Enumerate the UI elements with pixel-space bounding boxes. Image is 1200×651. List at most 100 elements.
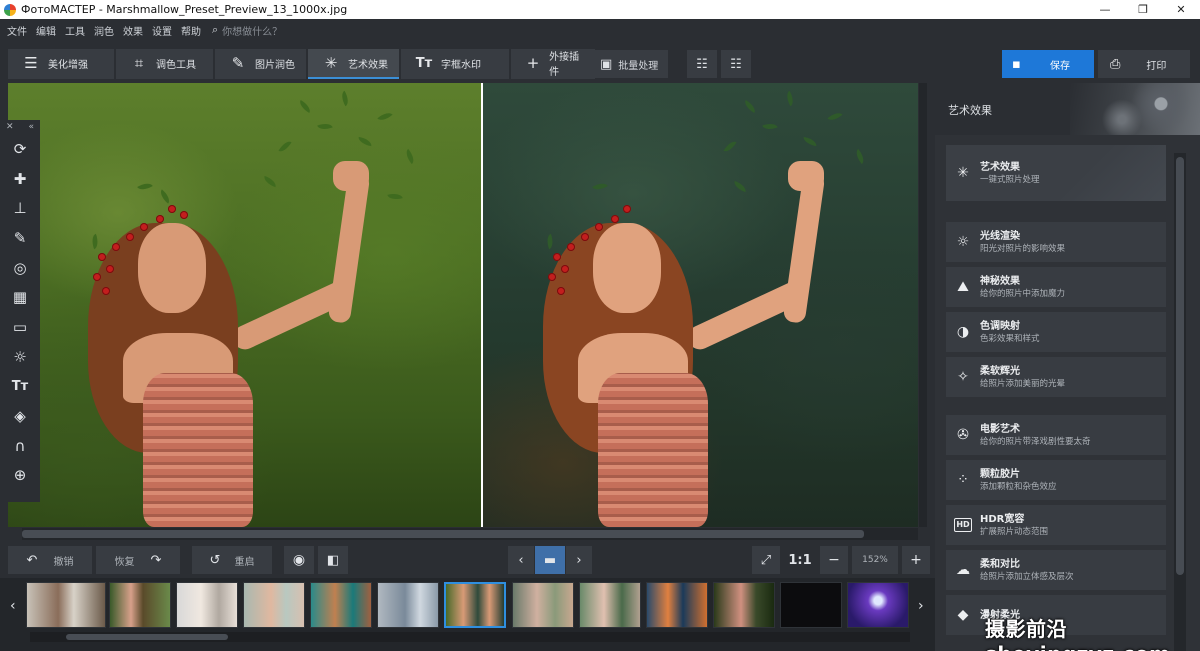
collapse-icon[interactable]: « <box>28 122 34 132</box>
effect-item-mystic[interactable]: ⛰ 神秘效果 给你的照片中添加魔力 <box>946 267 1166 307</box>
leaf <box>278 138 292 155</box>
tab-plugins[interactable]: + 外接插件 <box>511 49 595 79</box>
leaf <box>742 99 758 114</box>
effect-item-light[interactable]: ☼ 光线渲染 阳光对照片的影响效果 <box>946 222 1166 262</box>
close-button[interactable]: ✕ <box>1162 0 1200 19</box>
thumbnail[interactable] <box>512 582 574 628</box>
menu-search[interactable]: ⌕ 你想做什么？ <box>212 23 282 38</box>
zoom-level[interactable]: 152% <box>852 546 898 574</box>
scrollbar-thumb[interactable] <box>1176 157 1184 575</box>
effect-item-cinema[interactable]: ✇ 电影艺术 给你的照片带泽戏剧性要太奇 <box>946 415 1166 455</box>
add-preset-button[interactable]: ☷ <box>687 50 717 78</box>
thumbnail[interactable] <box>579 582 641 628</box>
menu-retouch[interactable]: 润色 <box>94 23 114 38</box>
redo-button[interactable]: 恢复 ↷ <box>96 546 180 574</box>
healing-bandage-icon[interactable]: ✚ <box>0 164 40 194</box>
stamp-icon[interactable]: ⊥ <box>0 193 40 223</box>
radial-filter-icon[interactable]: ◎ <box>0 253 40 283</box>
effect-item-grain[interactable]: ⁘ 颗粒胶片 添加颗粒和杂色效应 <box>946 460 1166 500</box>
canvas-horizontal-scrollbar[interactable] <box>22 528 918 540</box>
berry <box>581 233 589 241</box>
fill-bucket-icon[interactable]: ◈ <box>0 401 40 431</box>
canvas-vertical-scrollbar[interactable] <box>919 83 927 527</box>
leaf <box>357 136 373 147</box>
zoom-out-button[interactable]: − <box>820 546 848 574</box>
thumbnail[interactable] <box>243 582 305 628</box>
app-logo-icon <box>4 3 16 16</box>
tab-art-effects[interactable]: ✳ 艺术效果 <box>308 49 399 79</box>
tab-adjust[interactable]: ⌗ 调色工具 <box>116 49 213 79</box>
open-folder-button[interactable]: ▬ <box>535 546 565 574</box>
thumbnail[interactable] <box>780 582 842 628</box>
reset-button[interactable]: ↺ 重启 <box>192 546 272 574</box>
compare-split-handle[interactable] <box>481 83 483 527</box>
thumbnail[interactable] <box>310 582 372 628</box>
magnet-icon[interactable]: ∩ <box>0 431 40 461</box>
effect-item-hdr[interactable]: HD HDR宽容 扩展照片动态范围 <box>946 505 1166 545</box>
scrollbar-thumb[interactable] <box>66 634 228 640</box>
panel-scrollbar[interactable] <box>1174 153 1186 651</box>
menu-tools[interactable]: 工具 <box>65 23 85 38</box>
undo-button[interactable]: ↶ 撤销 <box>8 546 92 574</box>
menu-settings[interactable]: 设置 <box>152 23 172 38</box>
filmstrip-next-icon[interactable]: › <box>918 598 924 614</box>
thumbnail[interactable] <box>847 582 909 628</box>
face <box>593 223 661 313</box>
title-bar: ФотоМАСТЕР - Marshmallow_Preset_Preview_… <box>0 0 1200 19</box>
zoom-in-button[interactable]: + <box>902 546 930 574</box>
filmstrip-prev-icon[interactable]: ‹ <box>10 598 16 614</box>
gradient-filter-icon[interactable]: ▦ <box>0 282 40 312</box>
light-icon[interactable]: ☼ <box>0 342 40 372</box>
batch-button[interactable]: ▣ 批量处理 <box>594 50 668 78</box>
text-tool-icon[interactable]: Tт <box>0 372 40 402</box>
berry <box>623 205 631 213</box>
ratio-one-to-one-button[interactable]: 1:1 <box>786 546 814 574</box>
thumbnail[interactable] <box>646 582 708 628</box>
load-preset-button[interactable]: ☷ <box>721 50 751 78</box>
filmstrip-scrollbar[interactable] <box>30 632 910 642</box>
brush-tool-icon[interactable]: ✎ <box>0 223 40 253</box>
scrollbar-thumb[interactable] <box>22 530 864 538</box>
tab-enhance[interactable]: ☰ 美化增强 <box>8 49 114 79</box>
rotate-tool-icon[interactable]: ⟳ <box>0 134 40 164</box>
save-button[interactable]: ▪ 保存 <box>1002 50 1094 78</box>
panel-header-art <box>1070 83 1200 135</box>
thumbnail[interactable] <box>176 582 238 628</box>
magic-wand-icon: ✳ <box>957 165 969 181</box>
effect-item-art[interactable]: ✳ 艺术效果 一键式照片处理 <box>946 145 1166 201</box>
thumbnail[interactable] <box>109 582 171 628</box>
chevron-right-icon: › <box>576 552 582 568</box>
before-photo <box>8 83 481 527</box>
face-retouch-icon[interactable]: ⊕ <box>0 461 40 491</box>
thumbnail-selected[interactable] <box>444 582 506 628</box>
leaf <box>723 138 737 155</box>
close-icon[interactable]: ✕ <box>6 122 14 132</box>
photo-canvas[interactable] <box>8 83 918 527</box>
next-image-button[interactable]: › <box>566 546 592 574</box>
tab-retouch[interactable]: ✎ 图片润色 <box>215 49 306 79</box>
menu-edit[interactable]: 编辑 <box>36 23 56 38</box>
effect-item-soft-glow[interactable]: ✧ 柔软辉光 给照片添加美丽的光晕 <box>946 357 1166 397</box>
print-button[interactable]: ⎙ 打印 <box>1098 50 1190 78</box>
preset-load-icon: ☷ <box>730 56 742 72</box>
menu-effects[interactable]: 效果 <box>123 23 143 38</box>
panel-header: 艺术效果 <box>935 83 1200 135</box>
vignette-icon[interactable]: ▭ <box>0 312 40 342</box>
fit-screen-button[interactable]: ⤢ <box>752 546 780 574</box>
menu-file[interactable]: 文件 <box>7 23 27 38</box>
compare-split-button[interactable]: ◧ <box>318 546 348 574</box>
maximize-button[interactable]: ❐ <box>1124 0 1162 19</box>
menu-help[interactable]: 帮助 <box>181 23 201 38</box>
bottom-controls: ↶ 撤销 恢复 ↷ ↺ 重启 ◉ ◧ ‹ ▬ › ⤢ 1:1 − 152% + <box>0 542 935 578</box>
sun-icon: ☼ <box>956 234 970 250</box>
tab-text-frame[interactable]: Tт 字框水印 <box>401 49 509 79</box>
thumbnail[interactable] <box>26 582 106 628</box>
effect-item-soft-contrast[interactable]: ☁ 柔和对比 给照片添加立体感及层次 <box>946 550 1166 590</box>
minimize-button[interactable]: — <box>1086 0 1124 19</box>
prev-image-button[interactable]: ‹ <box>508 546 534 574</box>
preview-eye-button[interactable]: ◉ <box>284 546 314 574</box>
thumbnail[interactable] <box>377 582 439 628</box>
effect-item-tone-mapping[interactable]: ◑ 色调映射 色彩效果和样式 <box>946 312 1166 352</box>
berry <box>180 211 188 219</box>
thumbnail[interactable] <box>713 582 775 628</box>
